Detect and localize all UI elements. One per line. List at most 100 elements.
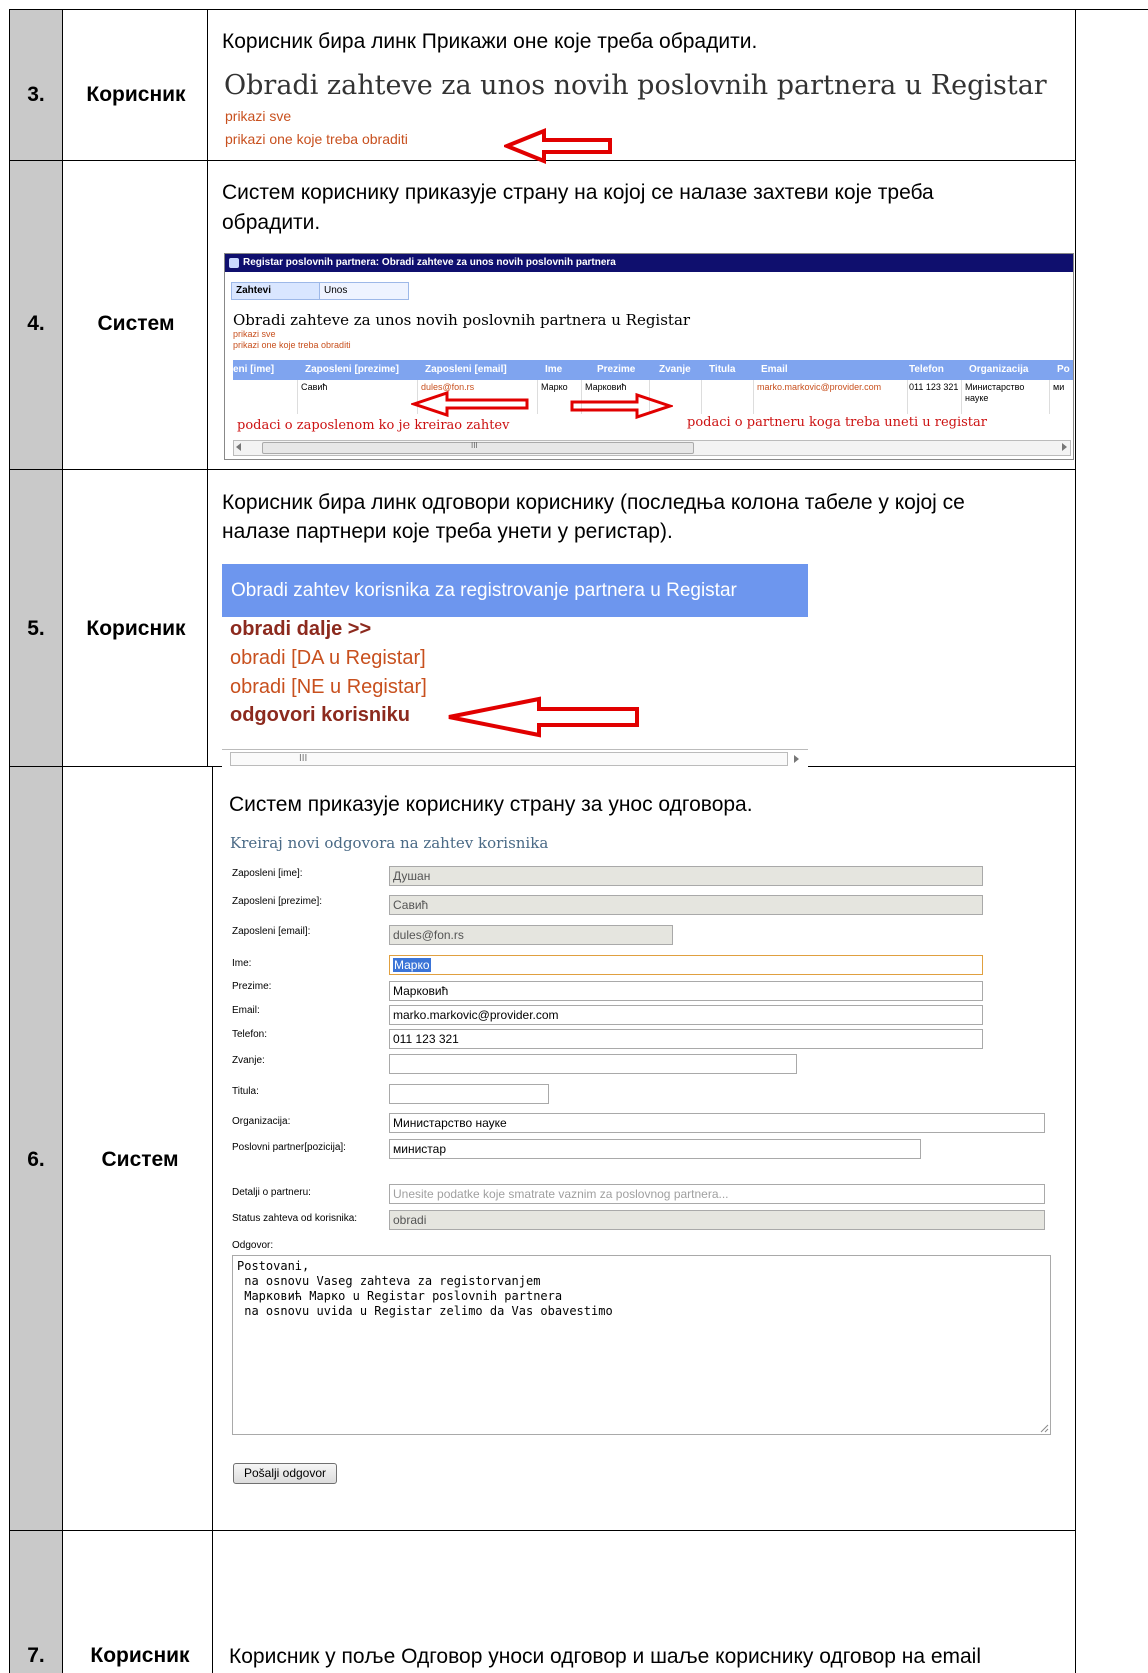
step-description-line2: налазе партнери које треба унети у регис…: [222, 520, 673, 543]
column-header[interactable]: Organizacija: [969, 364, 1028, 375]
scroll-right-icon[interactable]: [794, 755, 799, 763]
column-header[interactable]: Titula: [709, 364, 735, 375]
status-field[interactable]: obradi: [389, 1210, 1045, 1230]
horizontal-scrollbar[interactable]: III: [222, 749, 808, 767]
label-prezime: Prezime:: [232, 981, 272, 992]
step-number: 3.: [27, 83, 45, 106]
process-no-link[interactable]: obradi [NE u Registar]: [230, 676, 427, 699]
cell-telefon: 011 123 321: [909, 382, 959, 392]
cell-zaposleni-prezime: Савић: [301, 382, 328, 392]
left-arrow-icon: [448, 696, 639, 738]
step-actor: Корисник: [86, 617, 186, 640]
cell-po: ми: [1053, 382, 1065, 392]
step-description: Корисник бира линк Прикажи оне које треб…: [222, 30, 758, 53]
scroll-grip: III: [299, 753, 308, 764]
zvanje-field[interactable]: [389, 1054, 797, 1074]
page-heading: Obradi zahteve za unos novih poslovnih p…: [233, 311, 691, 329]
pozicija-field[interactable]: министар: [389, 1139, 921, 1159]
label-organizacija: Organizacija:: [232, 1116, 291, 1127]
horizontal-scrollbar[interactable]: III: [233, 440, 1071, 456]
step-actor: Систем: [101, 1148, 179, 1171]
left-arrow-icon: [504, 128, 612, 164]
step-number: 6.: [27, 1148, 45, 1171]
number-column-shading: [10, 10, 62, 1673]
step-description-line1: Корисник бира линк одговори кориснику (п…: [222, 491, 965, 514]
column-header[interactable]: Zaposleni [email]: [425, 364, 507, 375]
step-actor: Корисник: [86, 83, 186, 106]
label-zaposleni-prezime: Zaposleni [prezime]:: [232, 896, 323, 907]
ime-value: Марко: [393, 958, 431, 972]
cell-prezime: Марковић: [585, 382, 627, 392]
prezime-field[interactable]: Марковић: [389, 981, 983, 1001]
show-all-link[interactable]: prikazi sve: [225, 108, 291, 124]
cell-organizacija-line2: науке: [965, 393, 989, 403]
process-further-link[interactable]: obradi dalje >>: [230, 618, 371, 641]
column-header[interactable]: Ime: [545, 364, 562, 375]
step-number: 4.: [27, 312, 45, 335]
annotation-employee: podaci o zaposlenom ko je kreirao zahtev: [237, 418, 510, 433]
label-email: Email:: [232, 1005, 260, 1016]
label-zaposleni-ime: Zaposleni [ime]:: [232, 868, 303, 879]
column-header[interactable]: Zvanje: [659, 364, 691, 375]
column-header[interactable]: Email: [761, 364, 788, 375]
label-ime: Ime:: [232, 958, 252, 969]
telefon-field[interactable]: 011 123 321: [389, 1029, 983, 1049]
requests-window: Registar poslovnih partnera: Obradi zaht…: [224, 253, 1074, 460]
scroll-left-icon[interactable]: [236, 443, 241, 451]
show-all-link[interactable]: prikazi sve: [233, 329, 276, 339]
resize-handle-icon[interactable]: [1040, 1424, 1049, 1433]
detalji-field[interactable]: Unesite podatke koje smatrate vaznim za …: [389, 1184, 1045, 1204]
tab-unos[interactable]: Unos: [319, 282, 409, 300]
email-field[interactable]: marko.markovic@provider.com: [389, 1005, 983, 1025]
label-odgovor: Odgovor:: [232, 1240, 274, 1251]
column-header[interactable]: Telefon: [909, 364, 944, 375]
column-header[interactable]: Prezime: [597, 364, 635, 375]
label-telefon: Telefon:: [232, 1029, 268, 1040]
step-description: Корисник у поље Одговор уноси одговор и …: [229, 1645, 982, 1668]
label-zaposleni-email: Zaposleni [email]:: [232, 926, 311, 937]
zaposleni-ime-field[interactable]: Душан: [389, 866, 983, 886]
panel-header: Obradi zahtev korisnika za registrovanje…: [222, 564, 808, 617]
step-actor: Корисник: [90, 1644, 190, 1667]
step-description: Систем приказује кориснику страну за уно…: [229, 793, 753, 816]
show-todo-link[interactable]: prikazi one koje treba obraditi: [233, 340, 351, 350]
annotation-partner: podaci o partneru koga treba uneti u reg…: [687, 415, 987, 430]
label-status: Status zahteva od korisnika:: [232, 1213, 358, 1224]
window-title-bar: Registar poslovnih partnera: Obradi zaht…: [225, 254, 1073, 272]
cell-organizacija-line1: Министарство: [965, 382, 1025, 392]
cell-ime: Марко: [541, 382, 568, 392]
form-title: Kreiraj novi odgovora na zahtev korisnik…: [230, 834, 549, 852]
organizacija-field[interactable]: Министарство науке: [389, 1113, 1045, 1133]
label-pozicija: Poslovni partner[pozicija]:: [232, 1142, 346, 1153]
show-todo-link[interactable]: prikazi one koje treba obraditi: [225, 131, 408, 147]
column-header[interactable]: Zaposleni [prezime]: [305, 364, 399, 375]
cell-email[interactable]: marko.markovic@provider.com: [757, 382, 881, 392]
ime-field[interactable]: Марко: [389, 955, 983, 975]
titula-field[interactable]: [389, 1084, 549, 1104]
reply-to-user-link[interactable]: odgovori korisniku: [230, 704, 410, 727]
send-reply-button[interactable]: Pošalji odgovor: [233, 1463, 337, 1484]
left-arrow-icon: [411, 390, 529, 418]
screenshot-title: Obradi zahteve za unos novih poslovnih p…: [224, 70, 1047, 101]
label-zvanje: Zvanje:: [232, 1055, 265, 1066]
right-arrow-icon: [570, 392, 673, 420]
window-title: Registar poslovnih partnera: Obradi zaht…: [243, 257, 616, 268]
label-detalji: Detalji o partneru:: [232, 1187, 311, 1198]
scroll-right-icon[interactable]: [1062, 443, 1067, 451]
column-header[interactable]: eni [ime]: [233, 364, 274, 375]
step-description-line2: обрадити.: [222, 211, 321, 234]
zaposleni-prezime-field[interactable]: Савић: [389, 895, 983, 915]
column-header[interactable]: Po: [1057, 364, 1070, 375]
tab-zahtevi[interactable]: Zahtevi: [231, 282, 321, 300]
label-titula: Titula:: [232, 1086, 259, 1097]
step-number: 5.: [27, 617, 45, 640]
scrollbar-thumb[interactable]: III: [230, 752, 788, 766]
table-header: eni [ime] Zaposleni [prezime] Zaposleni …: [233, 360, 1073, 380]
process-yes-link[interactable]: obradi [DA u Registar]: [230, 647, 426, 670]
step-description-line1: Систем кориснику приказује страну на кој…: [222, 181, 934, 204]
scrollbar-thumb[interactable]: III: [262, 441, 694, 454]
scroll-grip: III: [471, 441, 478, 450]
zaposleni-email-field[interactable]: dules@fon.rs: [389, 925, 673, 945]
odgovor-textarea[interactable]: Postovani, na osnovu Vaseg zahteva za re…: [232, 1255, 1051, 1435]
collapse-icon[interactable]: [229, 258, 239, 268]
